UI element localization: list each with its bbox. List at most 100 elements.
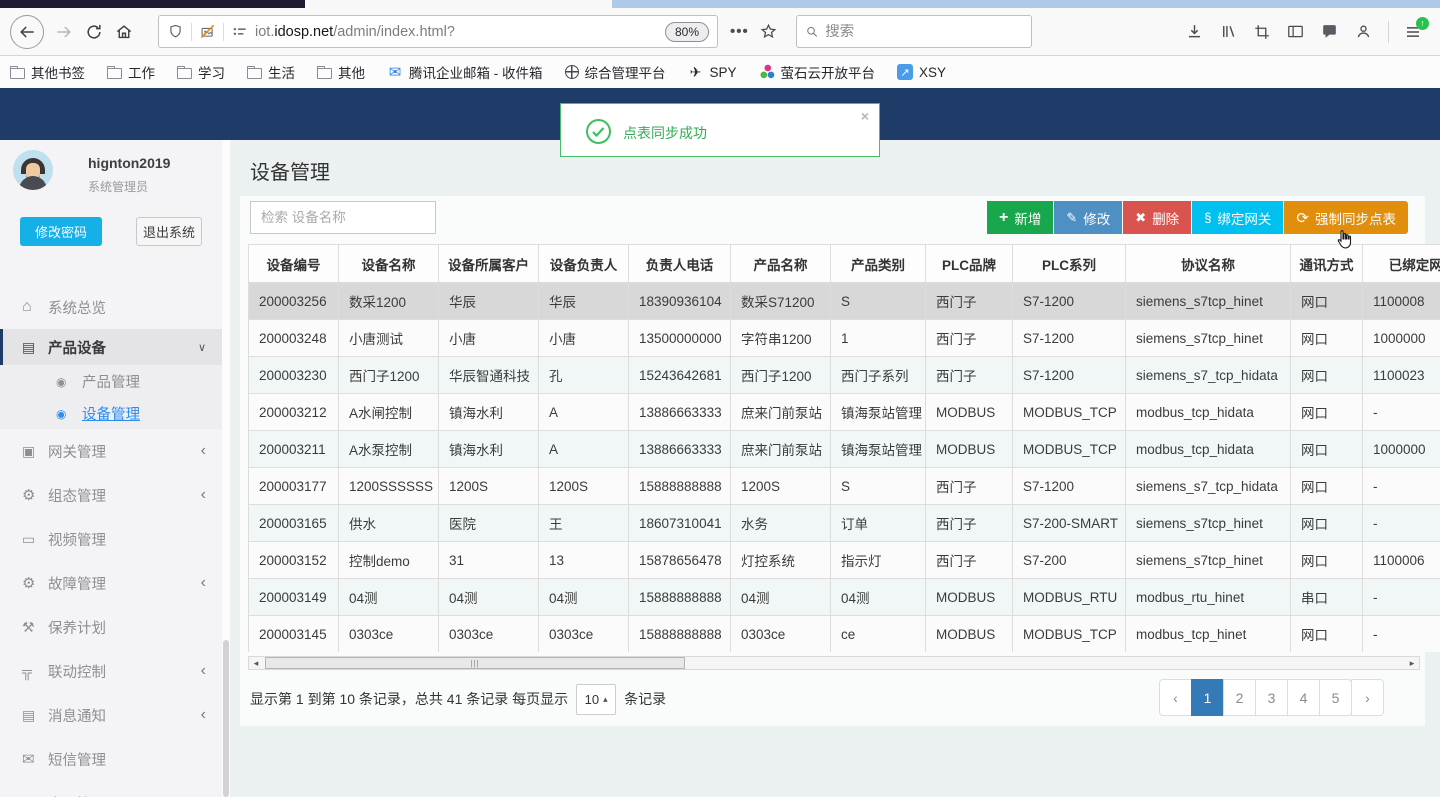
bookmark-item[interactable]: 工作 — [107, 62, 155, 82]
table-row[interactable]: 200003145 0303ce 0303ce 0303ce 158888888… — [248, 615, 1440, 652]
app-menu-button[interactable]: ↑ — [1404, 16, 1429, 41]
sidebar-menu-item[interactable]: 设备管理 — [0, 397, 222, 429]
bookmark-item[interactable]: 萤石云开放平台 — [758, 62, 875, 82]
library-button[interactable] — [1219, 22, 1238, 41]
menu-item-label: 设备管理 — [82, 406, 140, 423]
avatar[interactable] — [13, 150, 53, 190]
logout-button[interactable]: 退出系统 — [136, 217, 202, 246]
device-search-input[interactable] — [250, 201, 436, 234]
action-button[interactable]: 新增 — [987, 201, 1054, 234]
back-button[interactable] — [10, 14, 44, 49]
pencil-icon — [1066, 210, 1077, 226]
forward-button[interactable] — [54, 22, 74, 42]
screen: { "browser": { "url": { "prefix": "iot."… — [0, 0, 1440, 797]
reload-button[interactable] — [84, 22, 104, 42]
table-row[interactable]: 200003248 小唐测试 小唐 小唐 13500000000 字符串1200… — [248, 319, 1440, 357]
sidebar-menu-item[interactable]: 消息通知 — [0, 693, 222, 737]
browser-search-box[interactable] — [795, 15, 1032, 48]
zoom-level-badge[interactable]: 80% — [664, 21, 709, 42]
table-row[interactable]: 200003177 1200SSSSSS 1200S 1200S 1588888… — [248, 467, 1440, 505]
messages-button[interactable] — [1320, 22, 1339, 41]
table-row[interactable]: 200003211 A水泵控制 镇海水利 A 13886663333 庶来门前泵… — [248, 430, 1440, 468]
sidebar-scrollbar-thumb[interactable] — [223, 640, 229, 797]
bookmark-item[interactable]: 综合管理平台 — [564, 62, 666, 82]
change-password-button[interactable]: 修改密码 — [20, 217, 102, 246]
column-header[interactable]: 产品名称 — [730, 244, 831, 283]
bookmark-item[interactable]: 腾讯企业邮箱 - 收件箱 — [387, 62, 543, 82]
bookmark-item[interactable]: 其他书签 — [10, 62, 85, 82]
url-text[interactable]: iot.idosp.net/admin/index.html? — [255, 24, 659, 40]
sidebar-menu-item[interactable]: 产品设备 — [0, 329, 222, 365]
sidebar-menu-item[interactable]: 视频管理 — [0, 517, 222, 561]
screenshot-button[interactable] — [1253, 23, 1271, 41]
action-button[interactable]: 绑定网关 — [1192, 201, 1284, 234]
column-header[interactable]: 设备所属客户 — [438, 244, 539, 283]
sidebar-menu-item[interactable]: 大屏管理 — [0, 781, 222, 797]
horizontal-scrollbar[interactable]: ◂ ▸ — [248, 656, 1420, 670]
sidebar-menu-item[interactable]: 保养计划 — [0, 605, 222, 649]
column-header[interactable]: 协议名称 — [1125, 244, 1291, 283]
column-header[interactable]: 已绑定网关 — [1362, 244, 1440, 283]
table-row[interactable]: 200003230 西门子1200 华辰智通科技 孔 15243642681 西… — [248, 356, 1440, 394]
table-row[interactable]: 200003165 供水 医院 王 18607310041 水务 订单 西门子 … — [248, 504, 1440, 542]
table-row[interactable]: 200003212 A水闸控制 镇海水利 A 13886663333 庶来门前泵… — [248, 393, 1440, 431]
column-header[interactable]: PLC品牌 — [925, 244, 1013, 283]
column-header[interactable]: 负责人电话 — [628, 244, 731, 283]
sidebar-scrollbar[interactable] — [222, 140, 230, 797]
scroll-right-arrow[interactable]: ▸ — [1405, 657, 1419, 669]
scroll-left-arrow[interactable]: ◂ — [249, 657, 263, 669]
next-page-button[interactable]: › — [1351, 679, 1384, 716]
bookmark-item[interactable]: 其他 — [317, 62, 365, 82]
action-button[interactable]: 删除 — [1123, 201, 1192, 234]
bookmark-label: 其他书签 — [31, 66, 85, 81]
page-button[interactable]: 4 — [1287, 679, 1320, 716]
page-size-select[interactable]: 10 — [576, 683, 617, 715]
main-content: 设备管理 新增 修改 删除 — [230, 140, 1440, 797]
column-header[interactable]: 设备负责人 — [538, 244, 629, 283]
page-button[interactable]: 1 — [1191, 679, 1224, 716]
column-header[interactable]: 产品类别 — [830, 244, 926, 283]
sidebar-menu-item[interactable]: 短信管理 — [0, 737, 222, 781]
sidebar-menu-item[interactable]: 系统总览 — [0, 285, 222, 329]
column-header[interactable]: 设备编号 — [248, 244, 339, 283]
bookmark-star-button[interactable] — [759, 22, 778, 41]
prev-page-button[interactable]: ‹ — [1159, 679, 1192, 716]
sidebar-menu-item[interactable]: 故障管理 — [0, 561, 222, 605]
sidebar-menu-item[interactable]: 产品管理 — [0, 365, 222, 397]
url-bar[interactable]: iot.idosp.net/admin/index.html? 80% — [158, 15, 718, 48]
table-row[interactable]: 200003149 04测 04测 04测 15888888888 04测 04… — [248, 578, 1440, 616]
page-button[interactable]: 3 — [1255, 679, 1288, 716]
sidebar-menu-item[interactable]: 组态管理 — [0, 473, 222, 517]
bookmark-item[interactable]: SPY — [688, 64, 737, 80]
column-header[interactable]: 设备名称 — [338, 244, 439, 283]
page-button[interactable]: 2 — [1223, 679, 1256, 716]
browser-search-input[interactable] — [825, 23, 1023, 40]
action-button[interactable]: 修改 — [1054, 201, 1123, 234]
shield-icon[interactable] — [167, 23, 184, 40]
bookmark-item[interactable]: 学习 — [177, 62, 225, 82]
forward-icon — [57, 25, 71, 38]
bookmark-item[interactable]: XSY — [897, 64, 946, 80]
pagination: ‹ 1 2 3 4 5 › — [1159, 679, 1384, 716]
account-button[interactable] — [1354, 22, 1373, 41]
toast-close-button[interactable]: × — [861, 108, 869, 124]
downloads-button[interactable] — [1185, 22, 1204, 41]
chat-bubble-icon — [1323, 25, 1336, 38]
images-blocked-icon[interactable] — [199, 23, 216, 40]
permissions-icon[interactable] — [231, 23, 248, 40]
browser-home-button[interactable] — [114, 22, 134, 42]
page-button[interactable]: 5 — [1319, 679, 1352, 716]
table-row[interactable]: 200003152 控制demo 31 13 15878656478 灯控系统 … — [248, 541, 1440, 579]
bookmarks-bar: 其他书签 工作 学习 生活 其他 腾讯企业邮箱 - 收件箱 综合管理平台 — [0, 56, 1440, 88]
table-row[interactable]: 200003256 数采1200 华辰 华辰 18390936104 数采S71… — [248, 282, 1440, 320]
sidebar-menu-item[interactable]: 网关管理 — [0, 429, 222, 473]
page-actions-button[interactable]: ••• — [730, 23, 749, 40]
wrench-icon — [22, 619, 48, 636]
chevron-icon — [201, 662, 206, 680]
column-header[interactable]: PLC系列 — [1012, 244, 1126, 283]
sidebars-button[interactable] — [1286, 22, 1305, 41]
scrollbar-thumb[interactable] — [265, 657, 685, 669]
sidebar-menu-item[interactable]: 联动控制 — [0, 649, 222, 693]
bookmark-item[interactable]: 生活 — [247, 62, 295, 82]
home-icon — [22, 298, 48, 316]
